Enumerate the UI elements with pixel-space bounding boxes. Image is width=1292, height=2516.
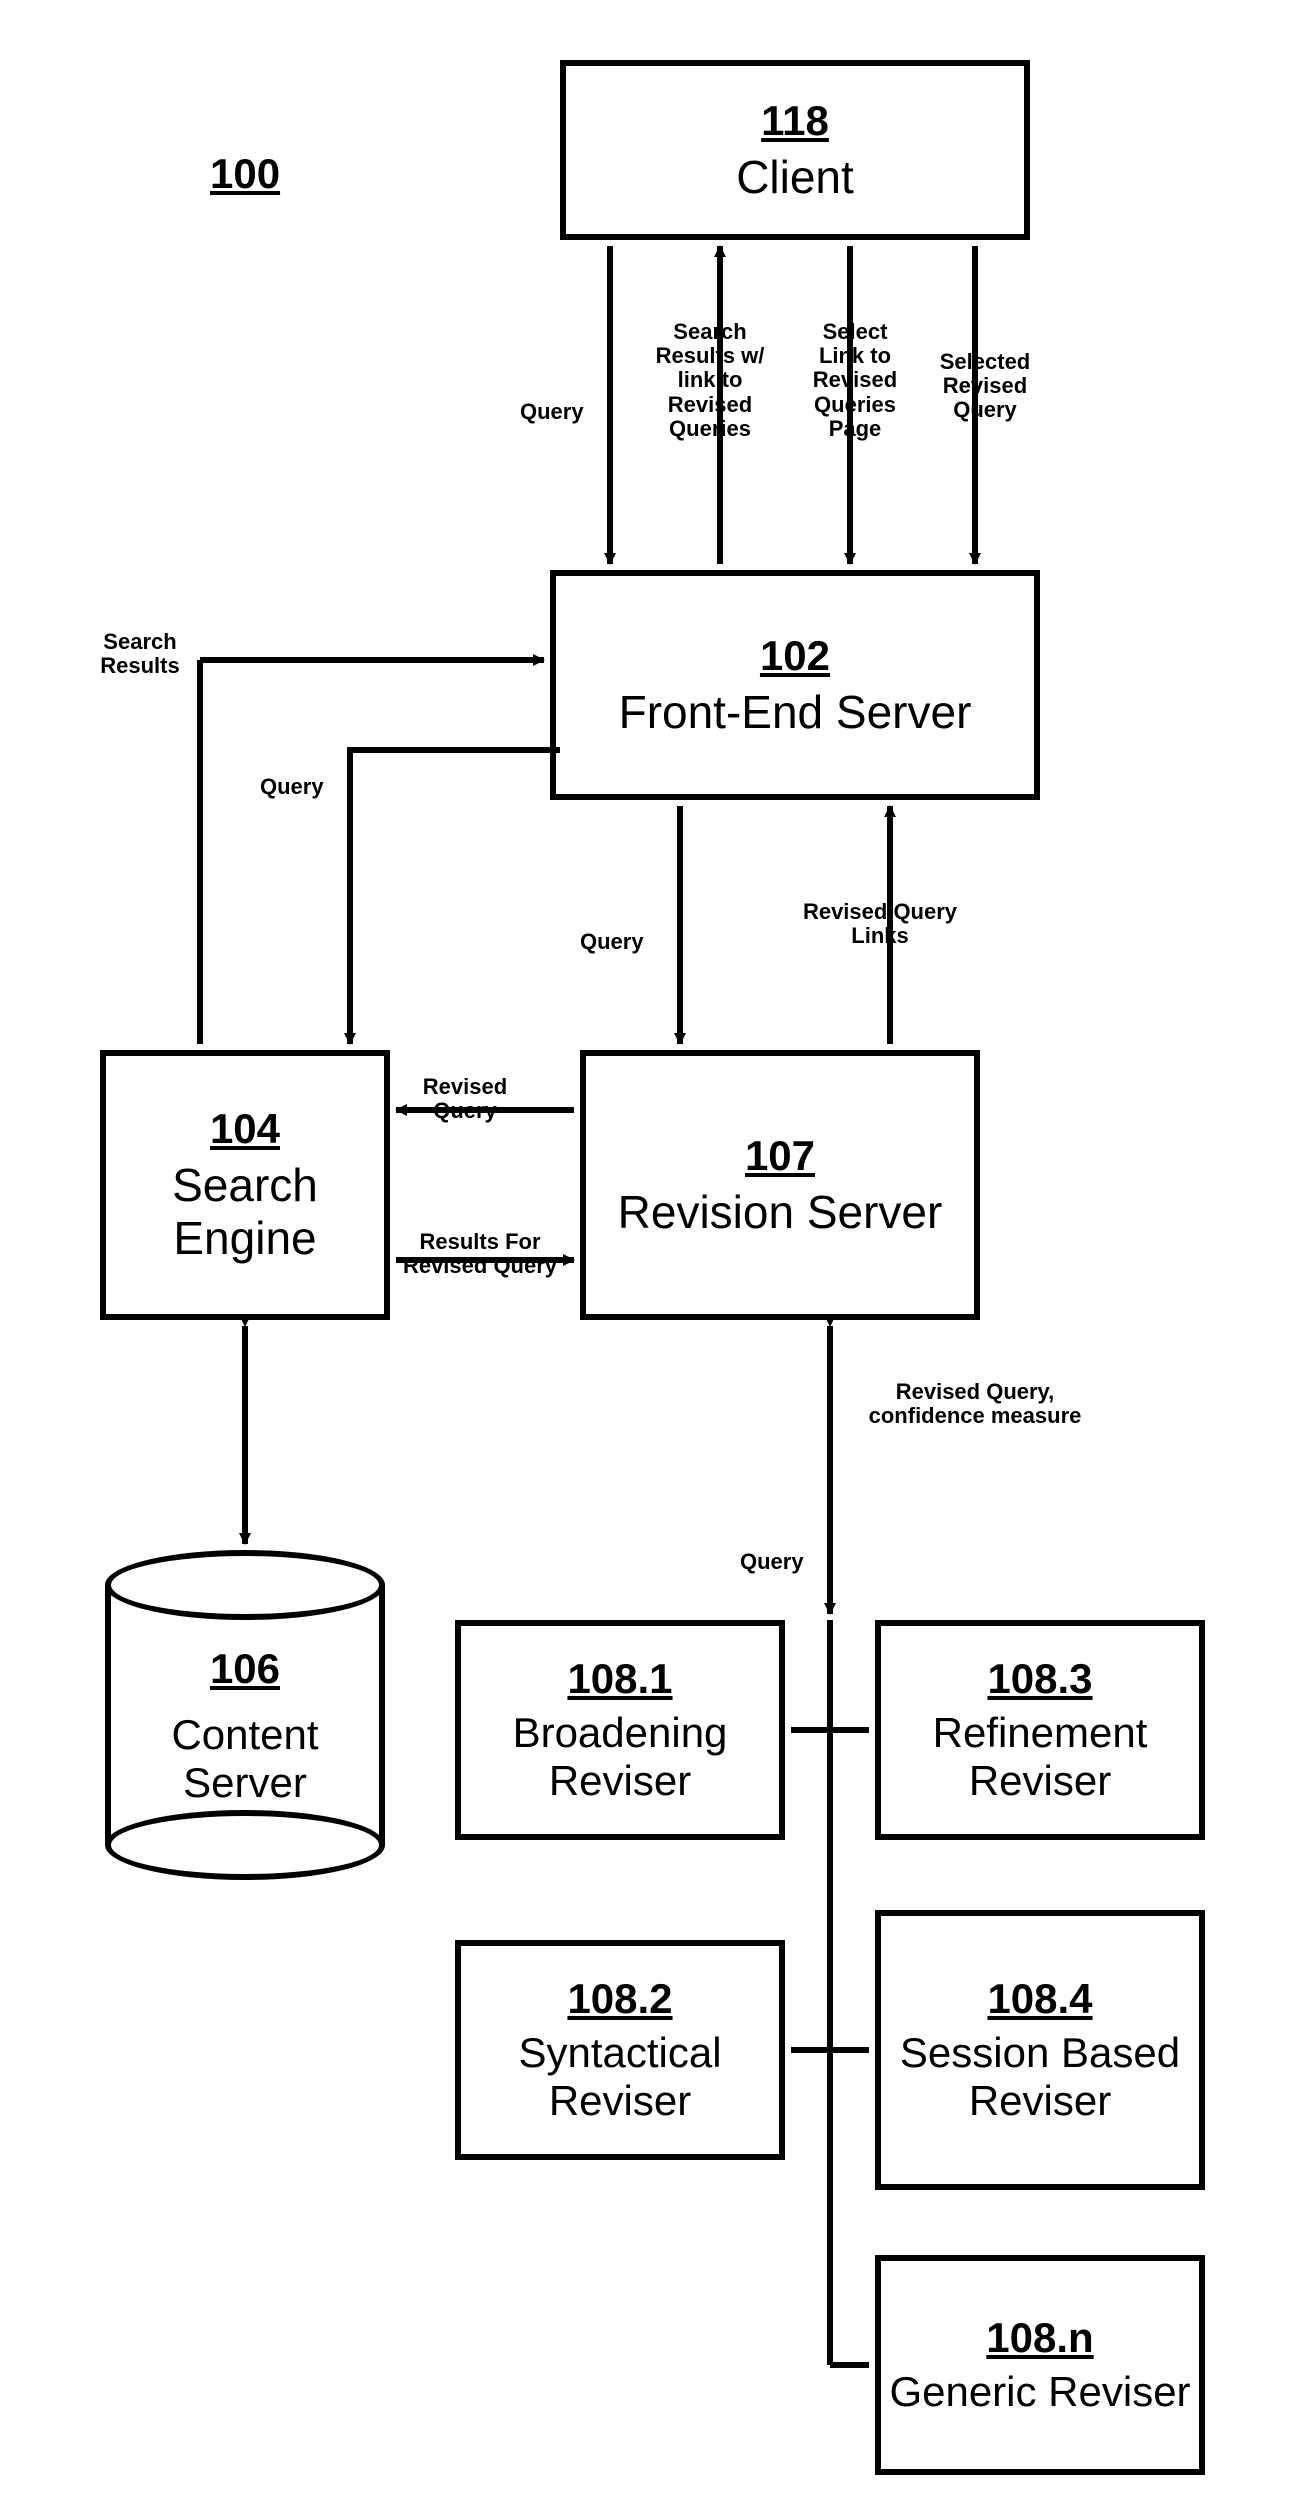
reviser-1-num: 108.3 xyxy=(987,1655,1092,1703)
diagram-number: 100 xyxy=(210,150,280,198)
label-selected-revised: Selected Revised Query xyxy=(930,350,1040,423)
search-engine-box: 104 Search Engine xyxy=(100,1050,390,1320)
front-end-num: 102 xyxy=(760,632,830,680)
refinement-reviser-box: 108.3 Refinement Reviser xyxy=(875,1620,1205,1840)
revision-server-box: 107 Revision Server xyxy=(580,1050,980,1320)
label-results-for-revised: Results For Revised Query xyxy=(400,1230,560,1278)
content-server-name: Content Server xyxy=(105,1711,385,1808)
reviser-4-name: Generic Reviser xyxy=(889,2368,1190,2416)
label-query-2: Query xyxy=(260,775,324,799)
reviser-4-num: 108.n xyxy=(986,2314,1093,2362)
label-query-4: Query xyxy=(740,1550,804,1574)
session-reviser-box: 108.4 Session Based Reviser xyxy=(875,1910,1205,2190)
client-num: 118 xyxy=(761,97,829,145)
reviser-2-num: 108.2 xyxy=(567,1975,672,2023)
reviser-0-num: 108.1 xyxy=(567,1655,672,1703)
search-engine-name: Search Engine xyxy=(106,1159,384,1265)
label-select-link: Select Link to Revised Queries Page xyxy=(800,320,910,441)
content-server-num: 106 xyxy=(105,1645,385,1693)
revision-server-num: 107 xyxy=(745,1132,815,1180)
reviser-1-name: Refinement Reviser xyxy=(881,1709,1199,1806)
search-engine-num: 104 xyxy=(210,1105,280,1153)
reviser-3-name: Session Based Reviser xyxy=(881,2029,1199,2126)
reviser-3-num: 108.4 xyxy=(987,1975,1092,2023)
label-revised-query: Revised Query xyxy=(410,1075,520,1123)
syntactical-reviser-box: 108.2 Syntactical Reviser xyxy=(455,1940,785,2160)
revision-server-name: Revision Server xyxy=(618,1186,943,1239)
label-search-results-link: Search Results w/ link to Revised Querie… xyxy=(650,320,770,441)
label-revised-query-conf: Revised Query, confidence measure xyxy=(850,1380,1100,1428)
label-query-1: Query xyxy=(520,400,584,424)
client-box: 118 Client xyxy=(560,60,1030,240)
label-query-3: Query xyxy=(580,930,644,954)
front-end-box: 102 Front-End Server xyxy=(550,570,1040,800)
label-revised-query-links: Revised Query Links xyxy=(790,900,970,948)
reviser-0-name: Broadening Reviser xyxy=(461,1709,779,1806)
generic-reviser-box: 108.n Generic Reviser xyxy=(875,2255,1205,2475)
reviser-2-name: Syntactical Reviser xyxy=(461,2029,779,2126)
front-end-name: Front-End Server xyxy=(619,686,972,739)
broadening-reviser-box: 108.1 Broadening Reviser xyxy=(455,1620,785,1840)
label-search-results: Search Results xyxy=(90,630,190,678)
client-name: Client xyxy=(736,151,854,204)
content-server-cylinder: 106 Content Server xyxy=(105,1550,385,1880)
